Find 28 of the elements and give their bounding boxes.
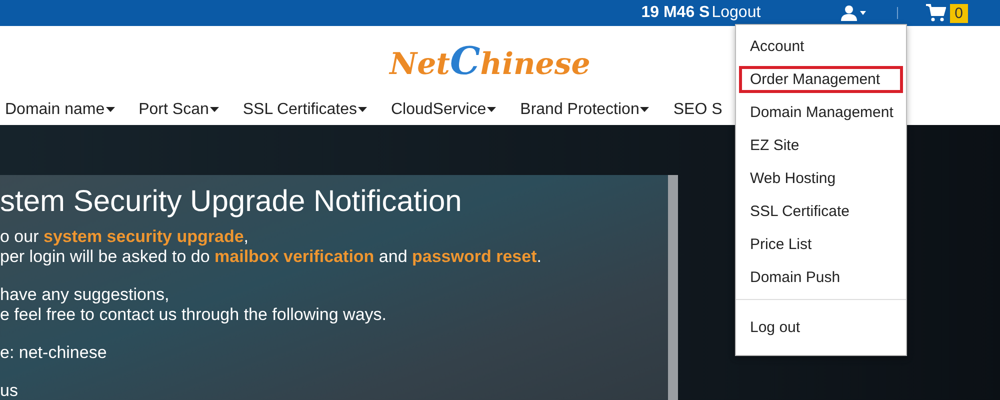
notification-text: us [0, 381, 19, 400]
notification-text: per login will be asked to do mailbox verification and password reset. [0, 247, 542, 267]
cart-count-badge: 0 [950, 4, 968, 22]
notification-text: e feel free to contact us through the following ways. [0, 305, 388, 325]
user-icon[interactable] [840, 5, 867, 21]
logout-link[interactable]: Logout [712, 4, 761, 22]
nav-menu-item[interactable]: CloudService [391, 101, 496, 119]
menu-item[interactable]: Domain Push [739, 264, 903, 291]
menu-item[interactable]: Account [739, 33, 903, 60]
menu-item[interactable]: EZ Site [739, 132, 903, 159]
logout-menu-item[interactable]: Log out [739, 314, 903, 341]
cart-icon[interactable] [926, 4, 946, 22]
menu-item[interactable]: Domain Management [739, 99, 903, 126]
menu-item[interactable]: Price List [739, 231, 903, 258]
menu-item[interactable]: SSL Certificate [739, 198, 903, 225]
session-timer: 19 M46 S [641, 4, 710, 22]
notification-text: have any suggestions, [0, 285, 170, 305]
menu-item[interactable]: Web Hosting [739, 165, 903, 192]
notification-text: o our system security upgrade, [0, 227, 250, 247]
menu-item[interactable]: Order Management [739, 66, 903, 93]
nav-menu-item[interactable]: Brand Protection [520, 101, 650, 119]
nav-menu-item[interactable]: Port Scan [138, 101, 219, 119]
nav-menu-item[interactable]: Domain name [5, 101, 115, 119]
notification-text: e: net-chinese [0, 343, 108, 363]
site-logo[interactable]: NetChinese [390, 38, 590, 83]
nav-menu-item[interactable]: SSL Certificates [242, 101, 367, 119]
notification-title: stem Security Upgrade Notification [0, 185, 463, 219]
nav-menu-item[interactable]: SEO S [673, 101, 722, 119]
